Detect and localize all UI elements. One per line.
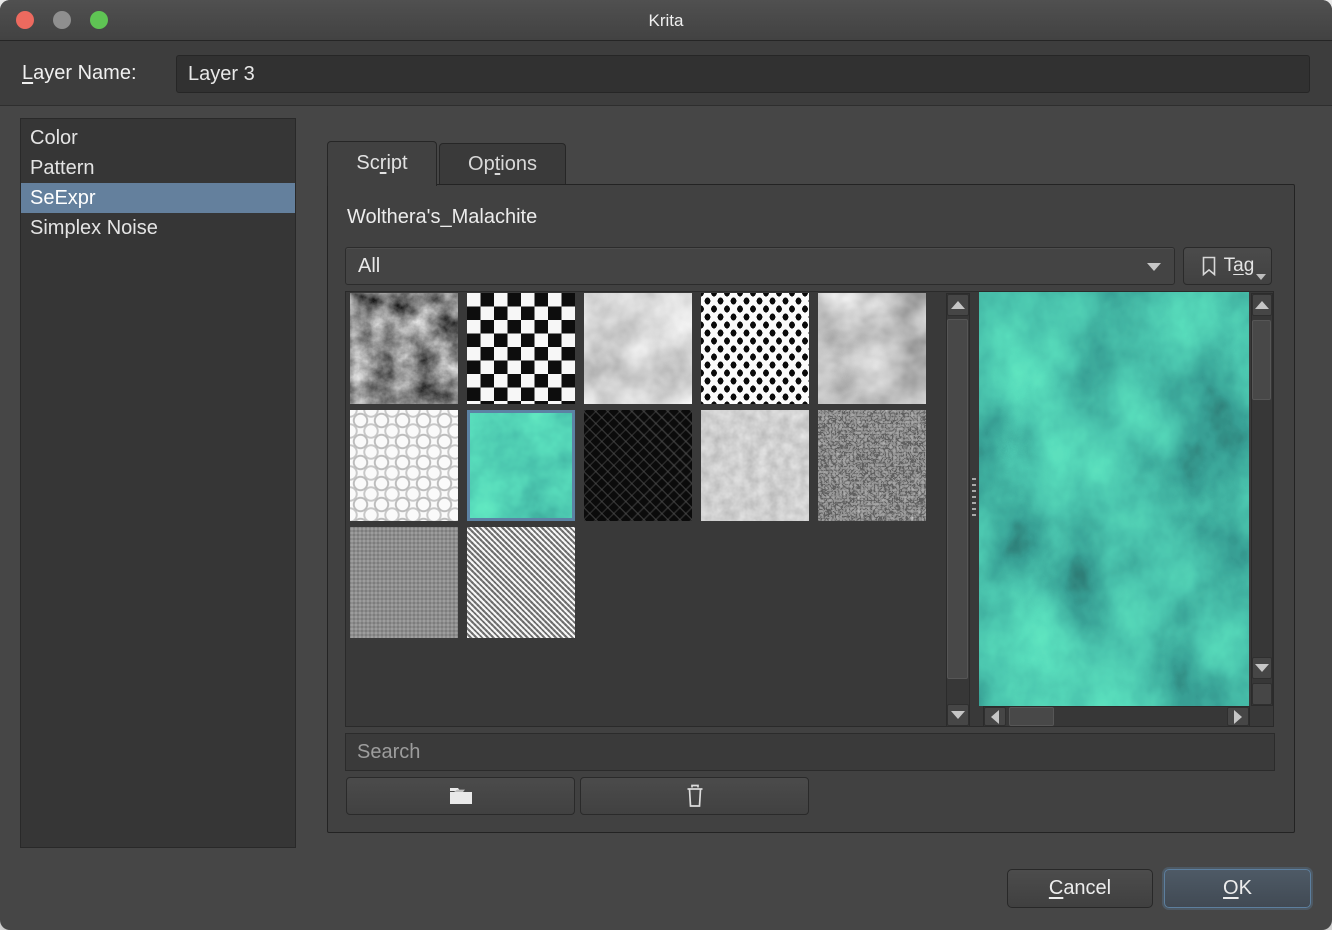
titlebar[interactable]: Krita — [0, 0, 1332, 41]
pattern-thumb-fine-dot-grid[interactable] — [350, 527, 458, 638]
cancel-button[interactable]: Cancel — [1007, 869, 1153, 908]
arrow-up-icon — [951, 301, 965, 309]
arrow-right-icon — [1234, 710, 1242, 724]
preview-horizontal-scrollbar[interactable] — [983, 706, 1250, 727]
ok-button[interactable]: OK — [1164, 869, 1311, 908]
layer-name-input[interactable] — [176, 55, 1310, 93]
krita-dialog-window: Krita Layer Name: ColorPatternSeExprSimp… — [0, 0, 1332, 930]
scroll-down-button[interactable] — [1252, 657, 1272, 679]
pattern-thumb-speckle-noise[interactable] — [818, 410, 926, 521]
scrollbar-corner — [1252, 683, 1272, 705]
bookmark-icon — [1201, 256, 1217, 276]
tab-script[interactable]: Script — [327, 141, 437, 186]
chevron-down-icon — [1147, 263, 1161, 271]
pattern-thumb-gray-smoke[interactable] — [584, 293, 692, 404]
pattern-thumb-diagonal-weave[interactable] — [467, 527, 575, 638]
generator-type-list[interactable]: ColorPatternSeExprSimplex Noise — [20, 118, 296, 848]
tag-button[interactable]: Tag — [1183, 247, 1272, 285]
tab-options[interactable]: Options — [439, 143, 566, 184]
selected-resource-name: Wolthera's_Malachite — [347, 206, 537, 229]
generator-type-pattern[interactable]: Pattern — [21, 153, 295, 183]
pattern-thumb-white-ring-lattice[interactable] — [350, 410, 458, 521]
scroll-down-button[interactable] — [947, 704, 969, 726]
scroll-left-button[interactable] — [984, 707, 1006, 726]
malachite-preview-image — [979, 292, 1249, 706]
preview-vscroll-thumb[interactable] — [1252, 320, 1271, 400]
generator-type-seexpr[interactable]: SeExpr — [21, 183, 295, 213]
generator-type-color[interactable]: Color — [21, 123, 295, 153]
layer-name-label: Layer Name: — [22, 41, 137, 106]
delete-resource-button[interactable] — [580, 777, 809, 815]
import-resource-button[interactable] — [346, 777, 575, 815]
search-input[interactable] — [345, 733, 1275, 771]
scroll-right-button[interactable] — [1227, 707, 1249, 726]
grid-vertical-scrollbar[interactable] — [946, 293, 970, 727]
layer-name-row: Layer Name: — [0, 41, 1332, 106]
tag-filter-value: All — [358, 248, 380, 284]
pattern-thumb-gray-clouds[interactable] — [818, 293, 926, 404]
splitter-handle[interactable] — [972, 478, 976, 518]
pattern-grid — [350, 293, 942, 638]
pattern-preview[interactable] — [979, 292, 1249, 706]
trash-icon — [684, 783, 706, 809]
arrow-left-icon — [991, 710, 999, 724]
pattern-thumb-halftone-dots[interactable] — [701, 293, 809, 404]
scroll-up-button[interactable] — [1252, 294, 1272, 316]
grid-scroll-thumb[interactable] — [947, 319, 968, 679]
tag-button-label: Tag — [1224, 255, 1255, 277]
arrow-up-icon — [1255, 301, 1269, 309]
generator-type-simplex-noise[interactable]: Simplex Noise — [21, 213, 295, 243]
pattern-thumb-bw-triangle-mosaic[interactable] — [467, 293, 575, 404]
arrow-down-icon — [951, 711, 965, 719]
arrow-down-icon — [1255, 664, 1269, 672]
pattern-thumb-dark-marble-noise[interactable] — [350, 293, 458, 404]
pattern-thumb-dark-maze[interactable] — [584, 410, 692, 521]
scroll-up-button[interactable] — [947, 294, 969, 316]
pattern-browser — [345, 291, 1274, 727]
folder-icon — [448, 785, 474, 807]
pattern-thumb-wolthera-malachite[interactable] — [467, 410, 575, 521]
preview-hscroll-thumb[interactable] — [1009, 707, 1054, 726]
preview-vertical-scrollbar[interactable] — [1251, 293, 1273, 706]
pattern-thumb-gray-concrete[interactable] — [701, 410, 809, 521]
tag-filter-dropdown[interactable]: All — [345, 247, 1175, 285]
menu-caret-icon — [1256, 274, 1266, 280]
window-title: Krita — [0, 0, 1332, 41]
